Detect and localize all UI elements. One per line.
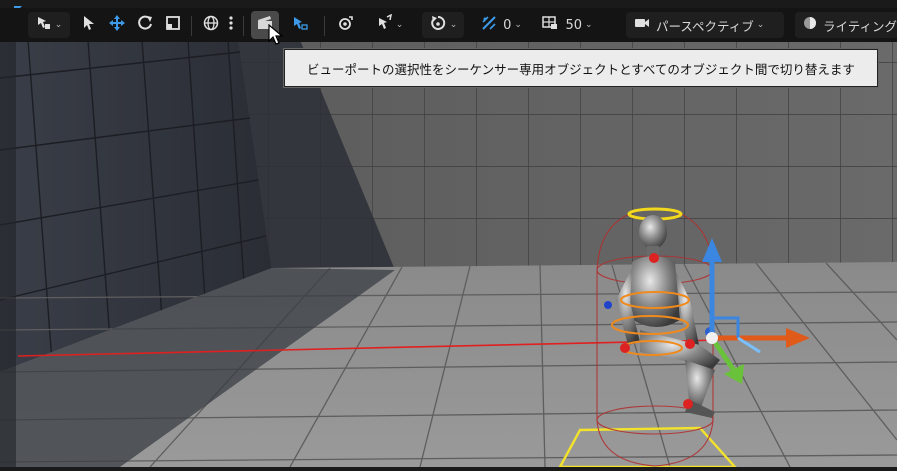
more-vertical-icon [229, 16, 233, 34]
select-mode-icon [36, 15, 52, 35]
control-point[interactable] [649, 253, 659, 263]
scale-icon [165, 15, 181, 35]
select-mode-dropdown[interactable]: ⌄ [28, 12, 70, 38]
chevron-down-icon: ⌄ [449, 20, 458, 30]
chevron-down-icon: ⌄ [585, 20, 593, 30]
chevron-down-icon: ⌄ [54, 20, 63, 30]
view-mode-label: パースペクティブ [656, 18, 754, 34]
viewport-toolbar: ⌄ ⌄ ⌄ 0 ⌄ 50 ⌄ パースペクティブ ⌄ ライティング [0, 8, 897, 45]
chevron-down-icon: ⌄ [756, 20, 765, 30]
chevron-down-icon: ⌄ [395, 20, 404, 30]
move-tool-button[interactable] [106, 8, 128, 42]
camera-speed-icon [541, 15, 559, 35]
chevron-down-icon: ⌄ [514, 20, 522, 30]
camera-speed-dropdown[interactable]: 50 ⌄ [538, 8, 596, 42]
toolbar-divider [324, 16, 325, 36]
lighting-sphere-icon [803, 16, 817, 34]
rotate-icon [136, 14, 154, 36]
toolbar-divider [191, 16, 192, 36]
world-local-toggle[interactable] [200, 8, 222, 42]
move-icon [108, 14, 126, 36]
grid-snap-dropdown[interactable]: 0 ⌄ [476, 8, 526, 42]
mouse-cursor [268, 23, 284, 50]
more-options-button[interactable] [224, 8, 238, 42]
snap-surface-button[interactable] [335, 8, 357, 42]
surface-snapping-dropdown[interactable]: ⌄ [368, 8, 410, 42]
tooltip: ビューポートの選択性をシーケンサー専用オブジェクトとすべてのオブジェクト間で切り… [284, 49, 878, 87]
snap-surface-icon [337, 15, 355, 35]
control-point[interactable] [685, 339, 695, 349]
control-point[interactable] [604, 301, 612, 309]
lighting-mode-dropdown[interactable]: ライティング [795, 12, 897, 38]
control-point[interactable] [683, 399, 693, 409]
toolbar-divider [243, 16, 244, 36]
control-point[interactable] [620, 343, 630, 353]
viewport-edge [0, 40, 16, 467]
camera-icon [634, 17, 650, 33]
cursor-arrow-icon [82, 15, 96, 35]
snap-to-floor-icon [375, 13, 393, 36]
scale-tool-button[interactable] [162, 8, 184, 42]
grid-snap-icon [480, 14, 498, 36]
tooltip-text: ビューポートの選択性をシーケンサー専用オブジェクトとすべてのオブジェクト間で切り… [307, 61, 855, 77]
rotate-tool-button[interactable] [134, 8, 156, 42]
lighting-mode-label: ライティング [823, 18, 897, 34]
grid-snap-value: 0 [503, 17, 512, 33]
view-mode-dropdown[interactable]: パースペクティブ ⌄ [626, 12, 784, 38]
globe-icon [203, 15, 219, 35]
hierarchy-select-icon [291, 15, 309, 35]
rotation-snap-dropdown[interactable]: ⌄ [422, 12, 464, 38]
select-tool-button[interactable] [80, 8, 98, 42]
hierarchy-select-button[interactable] [289, 8, 311, 42]
rotation-snap-icon [429, 14, 447, 36]
camera-speed-value: 50 [565, 17, 582, 33]
